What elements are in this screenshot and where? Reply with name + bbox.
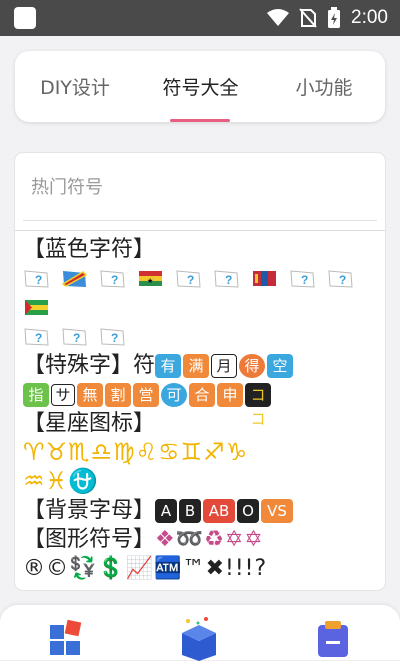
gift-box-icon[interactable] xyxy=(176,615,222,661)
tab-tools[interactable]: 小功能 xyxy=(263,51,385,122)
status-bar: 2:00 xyxy=(0,0,400,36)
section-title: 热门符号 xyxy=(31,177,103,198)
zodiac-row-2: ♒♓⛎ xyxy=(23,467,99,495)
svg-text:?: ? xyxy=(301,273,308,287)
clipboard-icon[interactable] xyxy=(313,619,353,659)
letter-box: B xyxy=(179,499,202,523)
unknown-flag-icon: ? xyxy=(214,270,239,288)
svg-text:?: ? xyxy=(35,331,42,345)
symbol-box: 合 xyxy=(189,383,215,407)
underline xyxy=(23,220,377,221)
unknown-flag-icon: ? xyxy=(24,270,49,288)
svg-text:★: ★ xyxy=(147,277,153,285)
category-blue: 【蓝色字符】 xyxy=(23,237,156,262)
symbol-box: 無 xyxy=(77,383,103,407)
flags-row: ? ? ★ ? ? ? ? xyxy=(23,264,379,322)
bg-letters-row: 【背景字母】 A B AB O VS xyxy=(23,496,379,525)
symbol-box: ココ xyxy=(245,383,271,428)
svg-text:?: ? xyxy=(225,273,232,287)
hot-symbols-card: 热门符号 【蓝色字符】 ? ? ★ ? ? ? ? ? ? ? 【特殊字】符有满… xyxy=(15,153,385,590)
special-row-2: 指サ無割営可合申ココ xyxy=(23,380,379,428)
ghana-flag-icon: ★ xyxy=(139,271,162,286)
symbol-box: 月 xyxy=(211,354,238,378)
divider xyxy=(15,230,385,231)
symbol-box: 営 xyxy=(133,383,159,407)
wifi-icon xyxy=(267,9,290,26)
unknown-flag-icon: ? xyxy=(24,328,49,346)
no-sim-icon xyxy=(299,8,317,28)
letter-box: O xyxy=(237,499,260,523)
symbol-box: 申 xyxy=(217,383,243,407)
unknown-flag-icon: ? xyxy=(290,270,315,288)
unknown-flag-icon: ? xyxy=(62,328,87,346)
congo-flag-icon xyxy=(61,271,88,287)
tab-label: 小功能 xyxy=(295,77,353,99)
svg-text:?: ? xyxy=(35,273,42,287)
letter-box: A xyxy=(155,499,178,523)
symbol-box: 有 xyxy=(155,354,182,378)
category-zodiac: 【星座图标】 xyxy=(23,411,156,436)
symbol-box: サ xyxy=(51,384,75,406)
battery-charging-icon xyxy=(328,7,341,28)
sao-tome-flag-icon xyxy=(25,300,48,315)
mongolia-flag-icon xyxy=(253,271,276,286)
symbol-box: 得 xyxy=(239,354,266,378)
tab-label: DIY设计 xyxy=(40,77,110,99)
tab-bar: DIY设计 符号大全 小功能 xyxy=(15,51,385,122)
shapes-row-1: 【图形符号】❖➿♻✡✡ xyxy=(23,525,379,554)
symbol-box: 满 xyxy=(183,354,210,378)
unknown-flag-icon: ? xyxy=(100,328,125,346)
tab-symbols[interactable]: 符号大全 xyxy=(138,51,263,122)
symbol-box: 空 xyxy=(267,354,294,378)
letter-box: AB xyxy=(203,499,236,523)
unknown-flag-icon: ? xyxy=(100,270,125,288)
blocks-icon[interactable] xyxy=(48,619,88,659)
tab-label: 符号大全 xyxy=(162,77,239,99)
app-icon xyxy=(14,7,36,29)
flags-row-2: ? ? ? xyxy=(23,322,379,351)
active-tab-indicator xyxy=(170,119,230,122)
svg-text:?: ? xyxy=(111,273,118,287)
category-shapes: 【图形符号】 xyxy=(23,527,156,552)
zodiac-row-1: ♈♉♏♎♍♌♋♊♐♑ xyxy=(23,438,249,466)
unknown-flag-icon: ? xyxy=(176,270,201,288)
shapes-glyphs: ❖➿♻✡✡ xyxy=(155,527,264,552)
symbol-box: 割 xyxy=(105,383,131,407)
shapes-row-2: ®©💱💲📈🏧™✖!!!? xyxy=(23,556,268,581)
svg-text:?: ? xyxy=(111,331,118,345)
tab-diy[interactable]: DIY设计 xyxy=(15,51,135,122)
symbol-text-area[interactable]: 【蓝色字符】 ? ? ★ ? ? ? ? ? ? ? 【特殊字】符有满月得空 指… xyxy=(23,235,379,583)
svg-text:?: ? xyxy=(187,273,194,287)
unknown-flag-icon: ? xyxy=(328,270,353,288)
clock: 2:00 xyxy=(351,7,388,28)
special-row-1: 【特殊字】符有满月得空 xyxy=(23,351,379,380)
letter-box: VS xyxy=(261,499,294,523)
category-special: 【特殊字】符 xyxy=(23,353,156,378)
category-bg-letters: 【背景字母】 xyxy=(23,498,156,523)
symbol-box: 可 xyxy=(161,383,187,407)
bottom-nav xyxy=(0,605,400,661)
svg-text:?: ? xyxy=(339,273,346,287)
svg-text:?: ? xyxy=(73,331,80,345)
symbol-box: 指 xyxy=(23,383,49,407)
